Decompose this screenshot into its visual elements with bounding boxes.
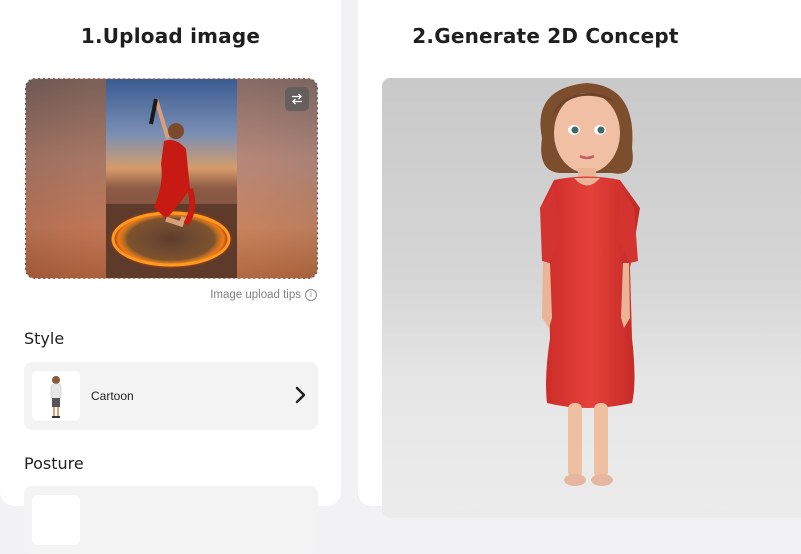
image-upload-area[interactable]: [25, 78, 318, 279]
result-panel: 2.Generate 2D Concept: [358, 0, 801, 518]
style-selector[interactable]: Cartoon: [24, 362, 318, 430]
result-panel-title: 2.Generate 2D Concept: [412, 24, 679, 48]
chevron-right-icon: [294, 386, 306, 409]
style-selected-label: Cartoon: [91, 389, 134, 403]
image-upload-tips-link[interactable]: Image upload tips i: [210, 289, 317, 301]
swap-arrows-icon: [292, 93, 302, 105]
uploaded-photo: [106, 79, 237, 278]
info-icon: i: [305, 289, 317, 301]
blurred-backdrop-left: [26, 79, 106, 278]
style-section-label: Style: [24, 329, 65, 348]
tips-label: Image upload tips: [210, 289, 301, 301]
upload-panel-title: 1.Upload image: [80, 24, 261, 48]
swap-image-button[interactable]: [285, 87, 309, 111]
posture-section-label: Posture: [24, 454, 84, 473]
style-thumbnail: [32, 371, 80, 421]
posture-selector[interactable]: [24, 486, 318, 554]
generated-concept-image: [382, 78, 801, 518]
upload-panel: 1.Upload image Image upload tips i Style…: [0, 0, 341, 554]
posture-thumbnail: [32, 495, 80, 545]
